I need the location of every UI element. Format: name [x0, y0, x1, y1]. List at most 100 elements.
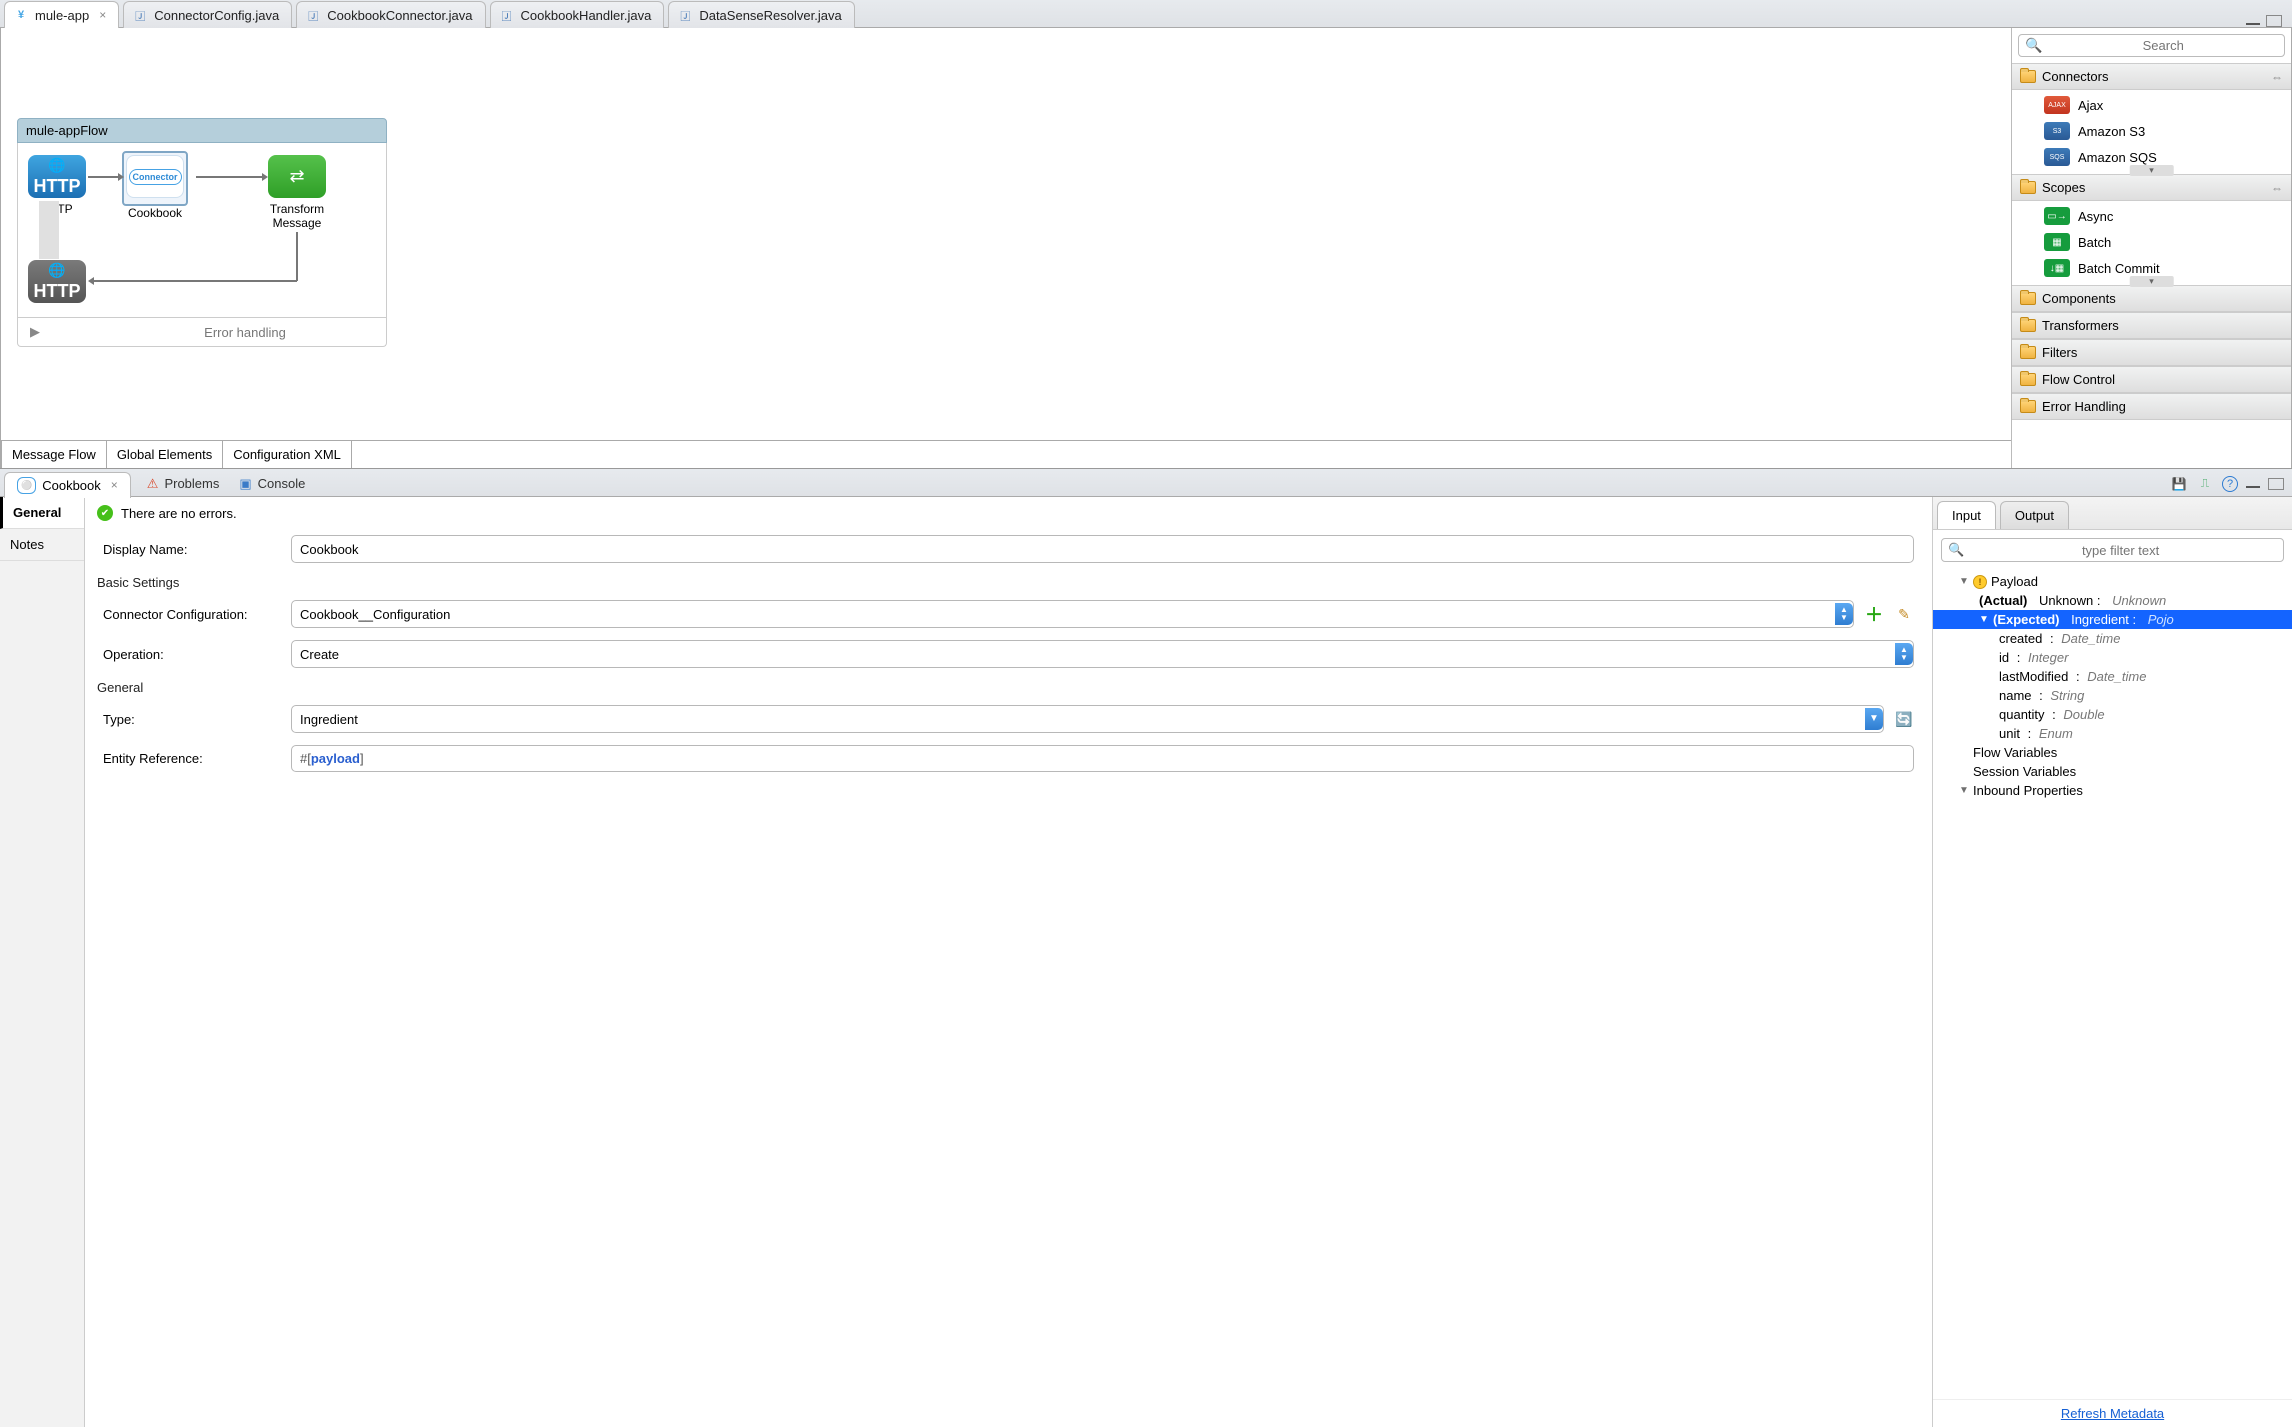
tab-cookbook-handler[interactable]: 🄹 CookbookHandler.java	[490, 1, 665, 28]
operation-select[interactable]: Create ▲▼	[291, 640, 1914, 668]
tree-node-session-vars[interactable]: Session Variables	[1943, 762, 2282, 781]
view-tab-console[interactable]: ▣ Console	[229, 472, 315, 496]
java-file-icon: 🄹	[499, 7, 515, 23]
tree-field-lastmodified[interactable]: lastModified : Date_time	[1943, 667, 2282, 686]
more-items-indicator[interactable]: ▾	[2129, 276, 2174, 287]
palette-category-filters[interactable]: Filters	[2012, 339, 2291, 366]
palette-item-amazon-s3[interactable]: S3 Amazon S3	[2042, 118, 2291, 144]
edit-config-button[interactable]: ✎	[1894, 604, 1914, 624]
palette-item-ajax[interactable]: AJAX Ajax	[2042, 92, 2291, 118]
flow-title[interactable]: mule-appFlow	[17, 118, 387, 143]
close-icon[interactable]: ×	[111, 478, 118, 492]
entity-ref-input[interactable]: #[payload]	[291, 745, 1914, 772]
palette-search[interactable]: 🔍	[2018, 34, 2285, 57]
link-icon[interactable]: ⇔	[2271, 70, 2283, 84]
save-icon[interactable]: 💾	[2170, 475, 2188, 493]
type-select[interactable]: Ingredient ▼	[291, 705, 1884, 733]
connector-icon: ⚪	[17, 477, 36, 494]
select-arrows-icon: ▲▼	[1835, 603, 1853, 625]
metadata-footer: Refresh Metadata	[1933, 1399, 2292, 1427]
processor-transform[interactable]: ⇄ Transform Message	[268, 155, 326, 230]
flow-canvas[interactable]: mule-appFlow 🌐HTTP HTTP Connector	[1, 28, 2011, 468]
tab-label: DataSenseResolver.java	[699, 8, 841, 23]
collapse-icon[interactable]: ▼	[1959, 576, 1969, 587]
tree-field-quantity[interactable]: quantity : Double	[1943, 705, 2282, 724]
tab-cookbook-connector[interactable]: 🄹 CookbookConnector.java	[296, 1, 485, 28]
vtab-notes[interactable]: Notes	[0, 529, 84, 561]
expand-icon[interactable]: ▶	[30, 324, 40, 340]
maximize-icon[interactable]	[2266, 15, 2282, 27]
error-handling-section[interactable]: ▶ Error handling	[17, 318, 387, 347]
view-tab-cookbook[interactable]: ⚪ Cookbook ×	[4, 472, 131, 498]
tree-node-expected[interactable]: ▼ (Expected) Ingredient : Pojo	[1933, 610, 2292, 629]
palette-category-error-handling[interactable]: Error Handling	[2012, 393, 2291, 420]
more-items-indicator[interactable]: ▾	[2129, 165, 2174, 176]
link-icon[interactable]: ⇔	[2271, 181, 2283, 195]
palette-category-components[interactable]: Components	[2012, 285, 2291, 312]
processor-label: Cookbook	[122, 206, 188, 220]
arrow-icon	[88, 176, 120, 178]
metadata-tab-output[interactable]: Output	[2000, 501, 2069, 529]
tree-field-id[interactable]: id : Integer	[1943, 648, 2282, 667]
collapse-icon[interactable]: ▼	[1979, 614, 1989, 625]
tab-label: ConnectorConfig.java	[154, 8, 279, 23]
row-type: Type: Ingredient ▼ 🔄	[97, 705, 1914, 733]
tree-node-actual[interactable]: (Actual) Unknown : Unknown	[1943, 591, 2282, 610]
palette-category-connectors[interactable]: Connectors ⇔	[2012, 63, 2291, 90]
palette-category-transformers[interactable]: Transformers	[2012, 312, 2291, 339]
processor-http-response[interactable]: 🌐HTTP	[28, 260, 86, 307]
tab-mule-app[interactable]: ¥ mule-app ×	[4, 1, 119, 28]
palette-item-batch[interactable]: ▦ Batch	[2042, 229, 2291, 255]
cookbook-selection-box: Connector	[122, 151, 188, 206]
lower-view-tabstrip: ⚪ Cookbook × ⚠ Problems ▣ Console 💾 ⎍ ?	[0, 469, 2292, 497]
palette-item-async[interactable]: ▭→ Async	[2042, 203, 2291, 229]
tab-global-elements[interactable]: Global Elements	[107, 441, 223, 468]
palette-category-flow-control[interactable]: Flow Control	[2012, 366, 2291, 393]
error-handling-label: Error handling	[110, 325, 380, 340]
refresh-type-button[interactable]: 🔄	[1894, 709, 1914, 729]
tree-node-payload[interactable]: ▼ ! Payload	[1943, 572, 2282, 591]
tree-field-created[interactable]: created : Date_time	[1943, 629, 2282, 648]
tree-node-flow-vars[interactable]: Flow Variables	[1943, 743, 2282, 762]
tree-field-name[interactable]: name : String	[1943, 686, 2282, 705]
processor-cookbook[interactable]: Connector Cookbook	[122, 151, 188, 220]
add-config-button[interactable]: ＋	[1864, 604, 1884, 624]
view-tab-problems[interactable]: ⚠ Problems	[137, 472, 230, 496]
row-connector-config: Connector Configuration: Cookbook__Confi…	[97, 600, 1914, 628]
metadata-filter[interactable]: 🔍	[1941, 538, 2284, 562]
flow-segment-gap	[39, 201, 59, 259]
tab-datasense-resolver[interactable]: 🄹 DataSenseResolver.java	[668, 1, 854, 28]
section-basic-settings: Basic Settings	[97, 575, 1914, 590]
folder-icon	[2020, 319, 2036, 332]
tab-label: Console	[258, 476, 306, 491]
metadata-tab-input[interactable]: Input	[1937, 501, 1996, 529]
metadata-filter-input[interactable]	[1964, 543, 2277, 558]
refresh-metadata-link[interactable]: Refresh Metadata	[2061, 1406, 2164, 1421]
item-label: Ajax	[2078, 98, 2103, 113]
tab-message-flow[interactable]: Message Flow	[1, 441, 107, 468]
maximize-icon[interactable]	[2268, 478, 2284, 490]
palette: 🔍 Connectors ⇔ AJAX Ajax S3 Amazon S3 SQ…	[2011, 28, 2291, 468]
collapse-icon[interactable]: ▼	[1959, 785, 1969, 796]
connector-config-select[interactable]: Cookbook__Configuration ▲▼	[291, 600, 1854, 628]
flow-body: 🌐HTTP HTTP Connector Cookbook ⇄	[17, 143, 387, 318]
batch-icon: ▦	[2044, 233, 2070, 251]
vtab-general[interactable]: General	[0, 497, 84, 529]
minimize-icon[interactable]	[2246, 17, 2260, 25]
tab-configuration-xml[interactable]: Configuration XML	[223, 441, 352, 468]
category-label: Filters	[2042, 345, 2077, 360]
close-icon[interactable]: ×	[99, 8, 106, 22]
structure-icon[interactable]: ⎍	[2196, 475, 2214, 493]
tree-field-unit[interactable]: unit : Enum	[1943, 724, 2282, 743]
help-icon[interactable]: ?	[2222, 476, 2238, 492]
select-value: Ingredient	[300, 712, 358, 727]
tab-connector-config[interactable]: 🄹 ConnectorConfig.java	[123, 1, 292, 28]
tree-node-inbound-props[interactable]: ▼Inbound Properties	[1943, 781, 2282, 800]
minimize-icon[interactable]	[2246, 480, 2260, 488]
search-icon: 🔍	[1948, 542, 1964, 558]
metadata-panel: Input Output 🔍 ▼ ! Payload (Actual) Unkn…	[1932, 497, 2292, 1427]
palette-search-input[interactable]	[2048, 38, 2278, 53]
palette-category-scopes[interactable]: Scopes ⇔	[2012, 174, 2291, 201]
display-name-input[interactable]	[291, 535, 1914, 563]
tab-label: CookbookConnector.java	[327, 8, 472, 23]
